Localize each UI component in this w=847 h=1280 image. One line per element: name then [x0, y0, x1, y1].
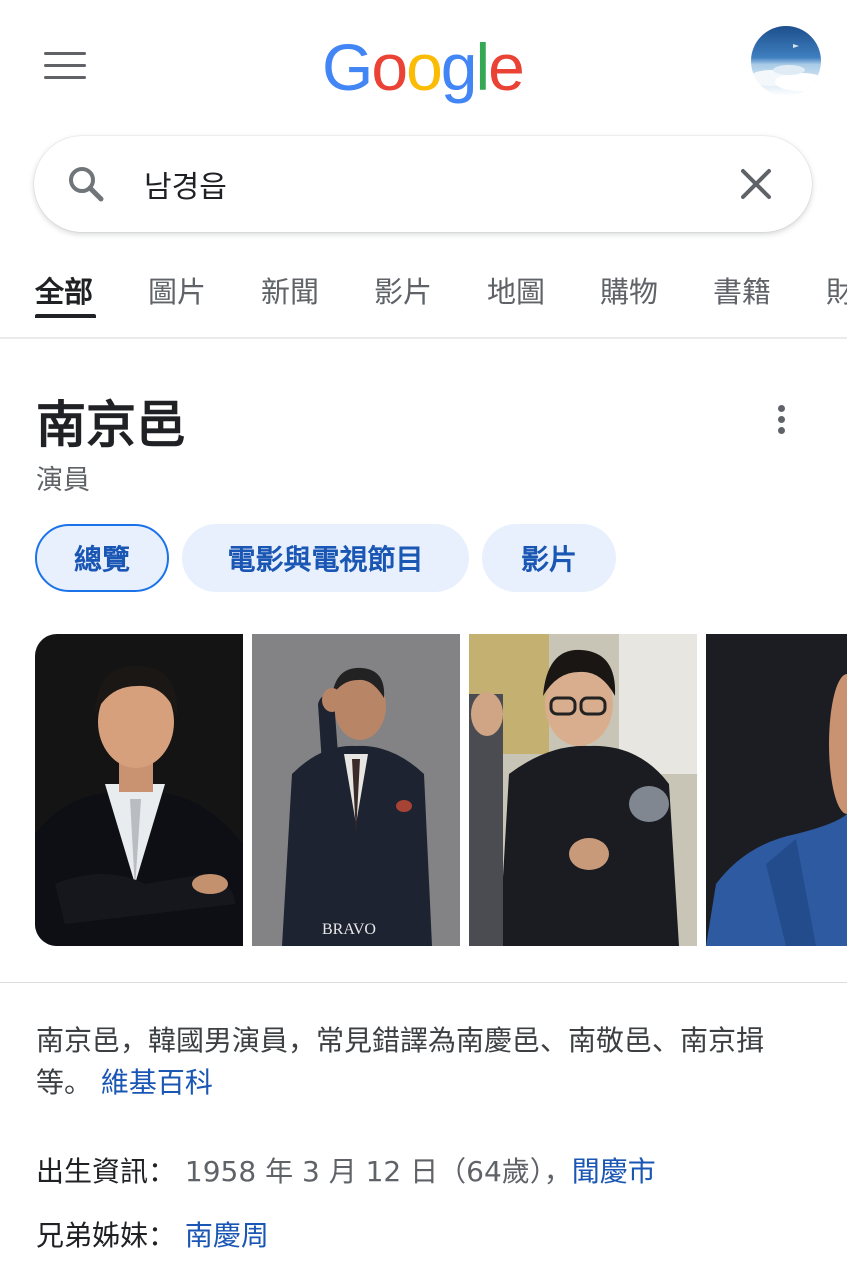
entity-title: 南京邑 [36, 396, 186, 454]
wikipedia-link[interactable]: 維基百科 [101, 1066, 213, 1099]
active-tab-indicator [35, 314, 96, 318]
section-divider [0, 982, 847, 983]
tab-maps[interactable]: 地圖 [487, 269, 545, 311]
search-input[interactable] [144, 158, 704, 210]
birth-separator: ， [543, 1155, 572, 1188]
chip-videos[interactable]: 影片 [482, 524, 616, 592]
tab-shopping[interactable]: 購物 [600, 269, 658, 311]
tab-all[interactable]: 全部 [35, 269, 93, 311]
tab-images[interactable]: 圖片 [148, 269, 206, 311]
chip-movies-tv[interactable]: 電影與電視節目 [182, 524, 469, 592]
sibling-label: 兄弟姊妹： [36, 1219, 177, 1252]
photo-3[interactable] [469, 634, 697, 946]
photo-1[interactable] [35, 634, 243, 946]
birth-value: 1958 年 3 月 12 日（64歲） [184, 1155, 544, 1188]
hamburger-menu-icon[interactable] [44, 52, 86, 80]
birth-label: 出生資訊： [36, 1155, 177, 1188]
photo-caption: BRAVO [322, 921, 376, 938]
fact-siblings: 兄弟姊妹： 南慶周 [36, 1214, 269, 1254]
tab-books[interactable]: 書籍 [713, 269, 771, 311]
entity-subtitle: 演員 [36, 465, 90, 496]
app-header: Google [0, 0, 847, 130]
search-tabs: 全部 圖片 新聞 影片 地圖 購物 書籍 財 [0, 255, 847, 339]
google-logo[interactable]: Google [322, 32, 522, 104]
birth-place-link[interactable]: 聞慶市 [572, 1155, 656, 1188]
tab-news[interactable]: 新聞 [261, 269, 319, 311]
close-icon[interactable] [734, 162, 778, 206]
search-icon[interactable] [64, 162, 108, 206]
search-box [34, 136, 812, 232]
sibling-link[interactable]: 南慶周 [185, 1219, 269, 1252]
chip-overview[interactable]: 總覽 [35, 524, 169, 592]
entity-description: 南京邑，韓國男演員，常見錯譯為南慶邑、南敬邑、南京揖等。 維基百科 [36, 1020, 816, 1104]
svg-text:Google: Google [322, 32, 522, 104]
more-options-icon[interactable] [772, 402, 792, 438]
photo-2[interactable]: BRAVO [252, 634, 460, 946]
tab-videos[interactable]: 影片 [374, 269, 432, 311]
tab-finance[interactable]: 財 [826, 269, 847, 311]
photo-4[interactable] [706, 634, 847, 946]
fact-birth: 出生資訊： 1958 年 3 月 12 日（64歲），聞慶市 [36, 1150, 656, 1190]
profile-avatar[interactable] [751, 26, 821, 96]
